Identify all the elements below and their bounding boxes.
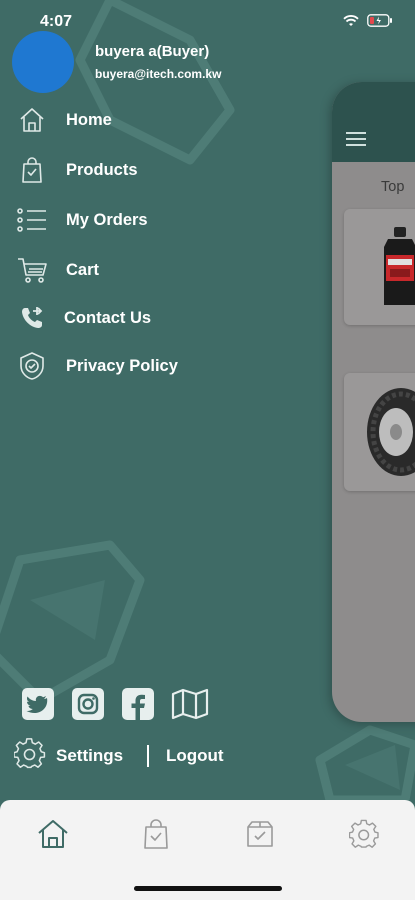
status-icons: [343, 14, 393, 27]
settings-icon: [349, 819, 379, 848]
settings-label[interactable]: Settings: [56, 746, 123, 766]
gear-icon: [13, 737, 46, 775]
tab-orders[interactable]: [240, 816, 280, 852]
avatar[interactable]: [12, 31, 74, 93]
settings-button[interactable]: [13, 737, 46, 775]
menu-item-label: Contact Us: [64, 308, 152, 327]
menu-item-home[interactable]: Home: [14, 103, 112, 137]
tab-settings[interactable]: [344, 816, 384, 852]
facebook-icon[interactable]: [121, 687, 155, 721]
battery-icon: [367, 14, 392, 27]
phone-icon: [14, 301, 50, 335]
home-indicator: [134, 886, 282, 891]
wifi-icon: [343, 14, 359, 26]
divider: [147, 745, 149, 767]
tab-products[interactable]: [136, 816, 176, 852]
tire-image: [367, 388, 415, 476]
orders-box-icon: [247, 821, 273, 847]
menu-item-privacy-policy[interactable]: Privacy Policy: [14, 349, 178, 383]
menu-item-my-orders[interactable]: My Orders: [14, 203, 148, 237]
product-card[interactable]: [344, 209, 415, 325]
bottom-tab-bar: [0, 800, 415, 900]
user-email: buyera@itech.com.kw: [95, 67, 222, 81]
map-icon[interactable]: [171, 687, 209, 721]
cart-icon: [14, 253, 50, 287]
logout-button[interactable]: Logout: [166, 746, 224, 766]
shield-icon: [14, 349, 50, 383]
twitter-icon[interactable]: [21, 687, 55, 721]
home-icon: [38, 820, 68, 848]
menu-item-label: My Orders: [66, 210, 148, 229]
menu-item-label: Cart: [66, 260, 100, 279]
menu-item-products[interactable]: Products: [14, 153, 138, 187]
product-card[interactable]: [344, 373, 415, 491]
instagram-icon[interactable]: [71, 687, 105, 721]
shopping-bag-icon: [144, 819, 168, 849]
home-icon: [14, 103, 50, 137]
shopping-bag-icon: [14, 153, 50, 187]
menu-item-label: Home: [66, 110, 112, 129]
main-screen-preview[interactable]: Top: [332, 82, 415, 722]
menu-item-contact-us[interactable]: Contact Us: [14, 301, 151, 335]
list-icon: [14, 203, 50, 237]
status-time: 4:07: [40, 13, 73, 30]
menu-item-label: Privacy Policy: [66, 356, 178, 375]
oil-bottle-image: [384, 227, 415, 305]
hamburger-menu-icon[interactable]: [346, 132, 366, 150]
preview-section-title: Top: [381, 179, 405, 195]
user-name: buyera a(Buyer): [95, 43, 210, 60]
menu-item-cart[interactable]: Cart: [14, 253, 99, 287]
tab-home[interactable]: [33, 816, 73, 852]
navigation-drawer: 4:07 buyera a(Buyer) buyera@itech.com.kw…: [0, 0, 415, 800]
preview-header: [332, 82, 415, 162]
menu-item-label: Products: [66, 160, 138, 179]
